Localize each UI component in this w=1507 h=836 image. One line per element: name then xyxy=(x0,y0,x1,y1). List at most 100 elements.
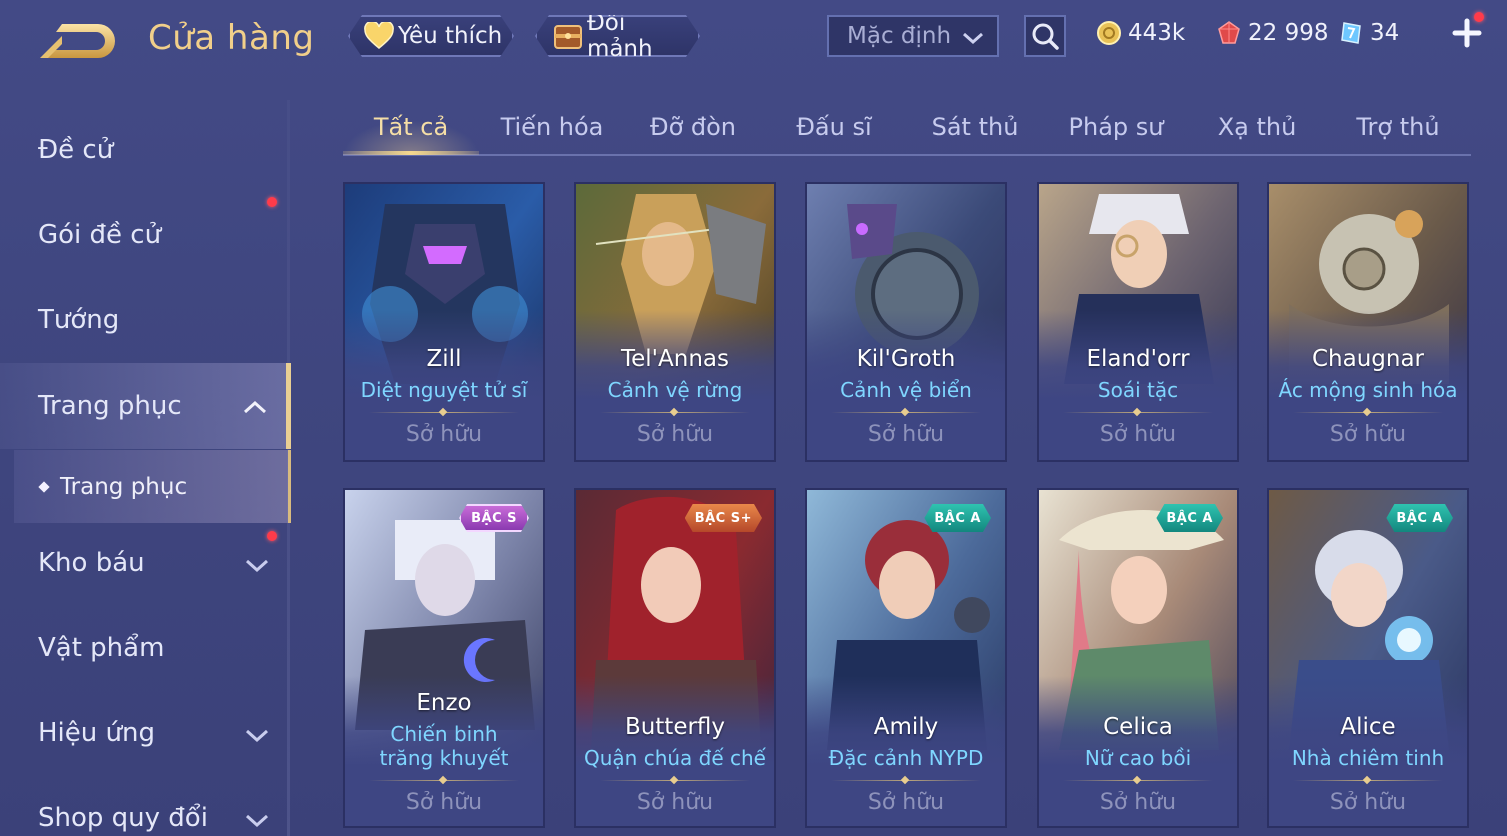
tab-mage[interactable]: Pháp sư xyxy=(1048,100,1184,154)
shard-exchange-button[interactable]: Đổi mảnh xyxy=(535,15,700,57)
owned-status: Sở hữu xyxy=(405,790,483,815)
heart-icon xyxy=(362,19,396,53)
chevron-down-icon xyxy=(961,27,985,53)
owned-status: Sở hữu xyxy=(1329,422,1407,447)
sidebar-item-label: Kho báu xyxy=(38,548,145,578)
tier-badge: BẬC A xyxy=(1156,504,1223,532)
search-icon xyxy=(1032,23,1059,50)
tab-marksman[interactable]: Xạ thủ xyxy=(1189,100,1325,154)
owned-status: Sở hữu xyxy=(1329,790,1407,815)
ruby-icon xyxy=(1214,18,1244,48)
hero-name: Celica xyxy=(1103,714,1173,740)
hero-name: Zill xyxy=(426,346,462,372)
notification-dot xyxy=(267,531,277,541)
owned-status: Sở hữu xyxy=(1099,422,1177,447)
tier-badge: BẬC S xyxy=(459,504,529,532)
skin-name: Nhà chiêm tinh xyxy=(1291,746,1445,770)
owned-status: Sở hữu xyxy=(636,790,714,815)
skin-card[interactable]: Chaugnar Ác mộng sinh hóa Sở hữu xyxy=(1267,182,1469,462)
sidebar-item-label: Shop quy đổi xyxy=(38,803,208,833)
voucher-amount: 34 xyxy=(1370,20,1400,46)
diamond-bullet-icon xyxy=(38,480,50,493)
skin-card[interactable]: Eland'orr Soái tặc Sở hữu xyxy=(1037,182,1239,462)
favorite-label: Yêu thích xyxy=(398,23,503,49)
skin-name: Soái tặc xyxy=(1097,378,1179,402)
tab-fighter[interactable]: Đấu sĩ xyxy=(766,100,902,154)
chevron-up-icon xyxy=(242,393,268,423)
gold-amount: 443k xyxy=(1128,20,1186,46)
sidebar-item-recommended-bundles[interactable]: Gói đề cử xyxy=(0,195,288,275)
owned-status: Sở hữu xyxy=(1099,790,1177,815)
hero-name: Butterfly xyxy=(624,714,726,740)
role-tabs: Tất cả Tiến hóa Đỡ đòn Đấu sĩ Sát thủ Ph… xyxy=(343,100,1471,156)
gold-balance: 443k xyxy=(1094,16,1185,50)
sidebar-item-treasure[interactable]: Kho báu xyxy=(0,523,288,603)
owned-status: Sở hữu xyxy=(867,422,945,447)
skin-name: Ác mộng sinh hóa xyxy=(1278,378,1458,402)
skin-card[interactable]: Zill Diệt nguyệt tử sĩ Sở hữu xyxy=(343,182,545,462)
hero-name: Chaugnar xyxy=(1311,346,1425,372)
tab-assassin[interactable]: Sát thủ xyxy=(907,100,1043,154)
sidebar-item-label: Hiệu ứng xyxy=(38,718,155,748)
tab-evolution[interactable]: Tiến hóa xyxy=(484,100,620,154)
voucher-icon xyxy=(1336,18,1366,48)
gold-coin-icon xyxy=(1094,18,1124,48)
notification-dot xyxy=(1474,12,1484,22)
tier-badge: BẬC A xyxy=(924,504,991,532)
skin-name: Cảnh vệ biển xyxy=(840,378,972,402)
add-currency-button[interactable] xyxy=(1450,12,1484,50)
skin-name: Cảnh vệ rừng xyxy=(607,378,743,402)
sidebar-item-skins[interactable]: Trang phục xyxy=(0,363,291,449)
sidebar: Đề cử Gói đề cử Tướng Trang phục Trang p… xyxy=(0,100,292,836)
sort-dropdown[interactable]: Mặc định xyxy=(827,15,999,57)
sidebar-item-items[interactable]: Vật phẩm xyxy=(0,608,288,688)
chevron-down-icon xyxy=(244,551,270,581)
sidebar-item-heroes[interactable]: Tướng xyxy=(0,280,288,360)
active-tab-underline xyxy=(343,151,479,155)
skin-name: Diệt nguyệt tử sĩ xyxy=(360,378,528,402)
skin-card[interactable]: Kil'Groth Cảnh vệ biển Sở hữu xyxy=(805,182,1007,462)
sidebar-subitem-skins[interactable]: Trang phục xyxy=(14,450,291,523)
search-button[interactable] xyxy=(1024,15,1066,57)
skin-card[interactable]: BẬC A Amily Đặc cảnh NYPD Sở hữu xyxy=(805,488,1007,828)
notification-dot xyxy=(267,197,277,207)
hero-name: Enzo xyxy=(416,690,472,716)
skin-card[interactable]: Tel'Annas Cảnh vệ rừng Sở hữu xyxy=(574,182,776,462)
favorite-button[interactable]: Yêu thích xyxy=(348,15,514,57)
sidebar-subitem-label: Trang phục xyxy=(60,473,188,500)
skin-card[interactable]: BẬC S+ Butterfly Quận chúa đế chế Sở hữu xyxy=(574,488,776,828)
sidebar-item-recommended[interactable]: Đề cử xyxy=(0,110,288,190)
owned-status: Sở hữu xyxy=(405,422,483,447)
top-bar: Cửa hàng Yêu thích Đổi mảnh Mặc định 443… xyxy=(0,0,1507,80)
hero-name: Amily xyxy=(873,714,939,740)
skin-name: Chiến binh trăng khuyết xyxy=(379,722,509,770)
page-title: Cửa hàng xyxy=(148,18,315,58)
sidebar-item-label: Trang phục xyxy=(38,391,182,421)
owned-status: Sở hữu xyxy=(636,422,714,447)
chevron-down-icon xyxy=(244,806,270,836)
sidebar-item-label: Vật phẩm xyxy=(38,633,165,663)
tier-badge: BẬC A xyxy=(1386,504,1453,532)
sidebar-item-effects[interactable]: Hiệu ứng xyxy=(0,693,288,773)
skin-card[interactable]: BẬC S Enzo Chiến binh trăng khuyết Sở hữ… xyxy=(343,488,545,828)
owned-status: Sở hữu xyxy=(867,790,945,815)
tab-all[interactable]: Tất cả xyxy=(343,100,479,154)
sidebar-item-label: Tướng xyxy=(38,305,120,335)
hero-name: Eland'orr xyxy=(1086,346,1190,372)
skin-name: Nữ cao bồi xyxy=(1084,746,1192,770)
sidebar-item-exchange-shop[interactable]: Shop quy đổi xyxy=(0,778,288,836)
hero-name: Tel'Annas xyxy=(621,346,729,372)
sidebar-item-label: Đề cử xyxy=(38,135,114,165)
skin-card[interactable]: BẬC A Celica Nữ cao bồi Sở hữu xyxy=(1037,488,1239,828)
back-arrow-icon xyxy=(40,24,115,58)
tab-tank[interactable]: Đỡ đòn xyxy=(625,100,761,154)
skin-card[interactable]: BẬC A Alice Nhà chiêm tinh Sở hữu xyxy=(1267,488,1469,828)
skin-name: Đặc cảnh NYPD xyxy=(828,746,984,770)
tab-support[interactable]: Trợ thủ xyxy=(1330,100,1466,154)
voucher-balance: 34 xyxy=(1336,16,1399,50)
back-button[interactable] xyxy=(36,18,120,64)
ruby-balance: 22 998 xyxy=(1214,16,1328,50)
hero-name: Kil'Groth xyxy=(856,346,956,372)
sidebar-item-label: Gói đề cử xyxy=(38,220,162,250)
skin-name: Quận chúa đế chế xyxy=(583,746,766,770)
